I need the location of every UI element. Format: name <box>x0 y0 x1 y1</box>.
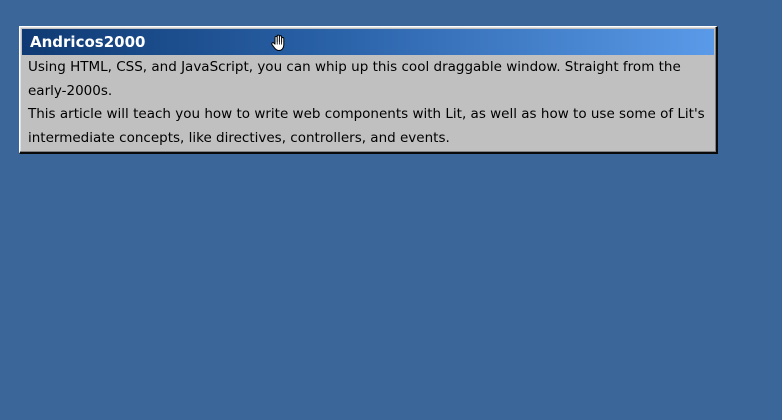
window-title: Andricos2000 <box>30 33 146 51</box>
content-paragraph-1: Using HTML, CSS, and JavaScript, you can… <box>28 59 681 99</box>
content-paragraph-2: This article will teach you how to write… <box>28 106 705 146</box>
grab-hand-cursor-icon <box>269 33 289 53</box>
draggable-window[interactable]: Andricos2000 Using HTML, CSS, and JavaSc… <box>19 26 718 154</box>
window-content: Using HTML, CSS, and JavaScript, you can… <box>28 56 708 150</box>
window-titlebar[interactable]: Andricos2000 <box>22 29 714 55</box>
